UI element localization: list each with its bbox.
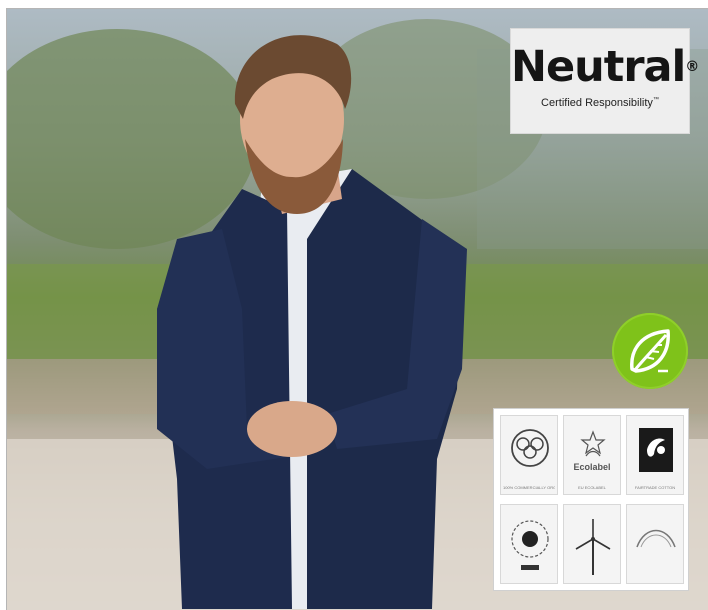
cert-brand-text: Ecolabel xyxy=(573,462,611,472)
tagline-text: Certified Responsibility xyxy=(541,97,653,109)
cotton-icon xyxy=(511,429,549,467)
cert-wind-power xyxy=(563,504,621,584)
tagline-mark: ™ xyxy=(652,97,659,103)
gear-sun-icon xyxy=(511,520,549,570)
brand-name: Neutral xyxy=(511,42,686,92)
wind-turbine-icon xyxy=(575,519,611,575)
cert-ecolabel: Ecolabel EU ECOLABEL xyxy=(563,415,621,495)
neutral-brand-badge: Neutral® Certified Responsibility™ xyxy=(510,28,699,134)
certifications-panel: 100% COMMERCIALLY ORGANIC COTTON Ecolabe… xyxy=(493,408,689,591)
eco-leaf-badge xyxy=(612,313,688,389)
cert-caption: FAIRTRADE COTTON xyxy=(634,485,676,490)
cert-fairtrade: FAIRTRADE COTTON xyxy=(626,415,684,495)
leaf-icon xyxy=(630,329,670,373)
cert-arc xyxy=(626,504,684,584)
arc-icon xyxy=(636,529,676,548)
cert-caption: 100% COMMERCIALLY ORGANIC COTTON xyxy=(503,485,555,490)
cert-caption: EU ECOLABEL xyxy=(578,485,606,490)
cert-energy xyxy=(500,504,558,584)
fairtrade-icon xyxy=(639,428,673,472)
brand-tagline: Certified Responsibility™ xyxy=(511,97,689,109)
cert-organic-cotton: 100% COMMERCIALLY ORGANIC COTTON xyxy=(500,415,558,495)
brand-logo: Neutral® xyxy=(511,42,699,92)
ecolabel-icon xyxy=(580,430,606,457)
registered-mark: ® xyxy=(685,59,699,75)
